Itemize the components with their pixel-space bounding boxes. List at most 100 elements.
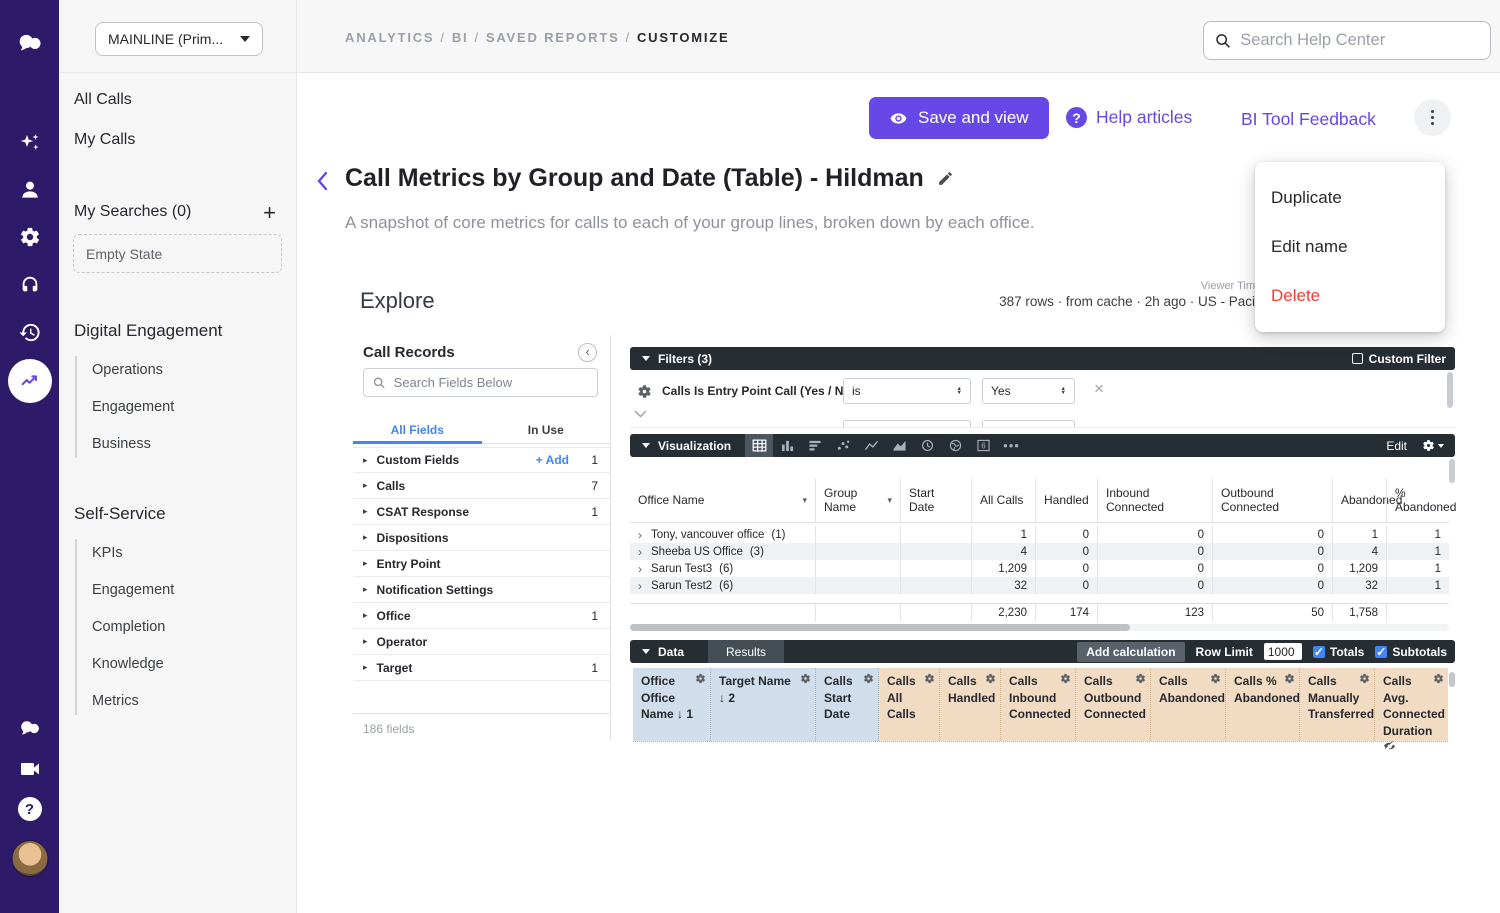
chevron-down-icon[interactable]: ▾ (887, 495, 892, 506)
help-icon[interactable]: ? (18, 797, 42, 821)
table-row[interactable]: ›Sarun Test2(6) 32 0 0 0 32 1 (630, 577, 1449, 594)
breadcrumb-analytics[interactable]: ANALYTICS (345, 30, 434, 45)
gear-icon[interactable] (1135, 673, 1146, 684)
analytics-trend-icon-active[interactable] (8, 359, 52, 403)
visualization-bar[interactable]: Visualization (630, 434, 1455, 457)
data-col-calls-pct-abandoned[interactable]: Calls % Abandoned (1226, 668, 1300, 741)
chevron-down-icon[interactable] (634, 410, 647, 418)
bi-tool-feedback-link[interactable]: BI Tool Feedback (1241, 109, 1376, 130)
dialpad-icon[interactable] (18, 716, 42, 740)
data-col-office-office-name[interactable]: Office Office Name ↓ 1 (633, 668, 711, 741)
col-abandoned[interactable]: Abandoned (1332, 478, 1386, 522)
sidebar-item-engagement-ss[interactable]: Engagement (92, 582, 174, 598)
filter2-operator-select[interactable] (843, 420, 971, 428)
expand-caret-icon[interactable]: ▸ (363, 558, 368, 569)
sidebar-item-all-calls[interactable]: All Calls (74, 91, 132, 109)
chevron-down-icon[interactable]: ▾ (802, 495, 807, 506)
expand-caret-icon[interactable]: ▸ (363, 584, 368, 595)
line-chart-icon[interactable] (857, 434, 885, 457)
gear-icon[interactable] (985, 673, 996, 684)
sidebar-item-engagement[interactable]: Engagement (92, 399, 174, 415)
col-all-calls[interactable]: All Calls (971, 478, 1035, 522)
menu-item-delete[interactable]: Delete (1255, 286, 1445, 306)
menu-item-duplicate[interactable]: Duplicate (1255, 188, 1445, 208)
gear-icon[interactable] (863, 673, 874, 684)
expand-caret-icon[interactable]: ▸ (363, 610, 368, 621)
gear-icon[interactable] (800, 673, 811, 684)
gear-icon[interactable] (695, 673, 706, 684)
vertical-scrollbar[interactable] (1449, 672, 1455, 687)
expand-row-icon[interactable]: › (638, 579, 642, 593)
help-articles-link[interactable]: ? Help articles (1066, 107, 1192, 128)
sidebar-item-metrics[interactable]: Metrics (92, 693, 174, 709)
custom-filter-toggle[interactable]: Custom Filter (1352, 352, 1446, 366)
collapse-triangle-icon[interactable] (642, 356, 650, 361)
history-icon[interactable] (18, 321, 41, 344)
remove-filter-button[interactable]: × (1094, 380, 1104, 397)
support-headset-icon[interactable] (19, 274, 41, 296)
totals-checkbox-checked[interactable] (1313, 646, 1325, 658)
table-row[interactable]: ›Sheeba US Office(3) 4 0 0 0 4 1 (630, 543, 1449, 560)
ai-sparkles-icon[interactable] (18, 131, 42, 155)
sidebar-item-my-calls[interactable]: My Calls (74, 131, 135, 149)
filter2-value-select[interactable] (982, 420, 1075, 428)
tab-in-use[interactable]: In Use (482, 417, 611, 443)
col-inbound-connected[interactable]: Inbound Connected (1097, 478, 1212, 522)
sidebar-item-business[interactable]: Business (92, 436, 174, 452)
data-col-calls-handled[interactable]: Calls Handled (940, 668, 1001, 741)
contacts-icon[interactable] (18, 178, 41, 201)
filters-scrollbar[interactable] (1447, 372, 1453, 426)
data-col-calls-inbound-connected[interactable]: Calls Inbound Connected (1001, 668, 1076, 741)
sidebar-item-completion[interactable]: Completion (92, 619, 174, 635)
col-outbound-connected[interactable]: Outbound Connected (1212, 478, 1332, 522)
table-chart-icon[interactable] (745, 434, 773, 457)
area-chart-icon[interactable] (885, 434, 913, 457)
data-col-target-name[interactable]: Target Name ↓ 2 (711, 668, 816, 741)
field-group-target[interactable]: ▸ Target 1 (353, 655, 610, 681)
filter-operator-select[interactable]: is ▲▼ (843, 378, 971, 404)
workspace-selector[interactable]: MAINLINE (Prim... (95, 22, 263, 56)
menu-item-edit-name[interactable]: Edit name (1255, 237, 1445, 257)
field-group-csat-response[interactable]: ▸ CSAT Response 1 (353, 499, 610, 525)
dialpad-logo-icon[interactable] (17, 30, 43, 56)
collapse-triangle-icon[interactable] (642, 649, 650, 654)
expand-caret-icon[interactable]: ▸ (363, 636, 368, 647)
timeline-clock-icon[interactable] (913, 434, 941, 457)
help-center-search-input[interactable] (1240, 31, 1479, 50)
data-col-calls-avg-connected-duration[interactable]: Calls Avg. Connected Duration (1375, 668, 1448, 741)
settings-gear-icon[interactable] (19, 226, 41, 248)
custom-filter-checkbox[interactable] (1352, 353, 1363, 364)
totals-toggle[interactable]: Totals (1313, 645, 1364, 659)
scatter-chart-icon[interactable] (829, 434, 857, 457)
gear-icon[interactable] (924, 673, 935, 684)
breadcrumb-bi[interactable]: BI (452, 30, 469, 45)
field-group-office[interactable]: ▸ Office 1 (353, 603, 610, 629)
field-group-custom-fields[interactable]: ▸ Custom Fields + Add 1 (353, 447, 610, 473)
tab-results[interactable]: Results (708, 640, 784, 663)
gear-icon[interactable] (1210, 673, 1221, 684)
expand-caret-icon[interactable]: ▸ (363, 532, 368, 543)
collapse-triangle-icon[interactable] (642, 443, 650, 448)
expand-row-icon[interactable]: › (638, 528, 642, 542)
back-button[interactable] (316, 171, 329, 191)
filters-bar[interactable]: Filters (3) Custom Filter (630, 347, 1455, 370)
viz-edit-button[interactable]: Edit (1386, 439, 1407, 453)
video-meetings-icon[interactable] (18, 757, 42, 781)
help-center-search[interactable] (1203, 21, 1491, 60)
collapse-panel-button[interactable]: ‹ (578, 343, 597, 362)
map-chart-icon[interactable] (941, 434, 969, 457)
field-search-input[interactable] (394, 375, 588, 390)
sidebar-item-knowledge[interactable]: Knowledge (92, 656, 174, 672)
subtotals-checkbox-checked[interactable] (1375, 646, 1387, 658)
expand-caret-icon[interactable]: ▸ (363, 662, 368, 673)
add-custom-field-button[interactable]: + Add (536, 453, 569, 467)
bar-chart-icon[interactable] (801, 434, 829, 457)
horizontal-scrollbar[interactable] (630, 624, 1449, 631)
column-chart-icon[interactable] (773, 434, 801, 457)
vertical-scrollbar[interactable] (1449, 459, 1455, 483)
single-value-icon[interactable]: 6 (969, 434, 997, 457)
tab-all-fields[interactable]: All Fields (353, 417, 482, 443)
add-search-button[interactable]: + (263, 200, 276, 226)
expand-caret-icon[interactable]: ▸ (363, 480, 368, 491)
field-group-entry-point[interactable]: ▸ Entry Point (353, 551, 610, 577)
